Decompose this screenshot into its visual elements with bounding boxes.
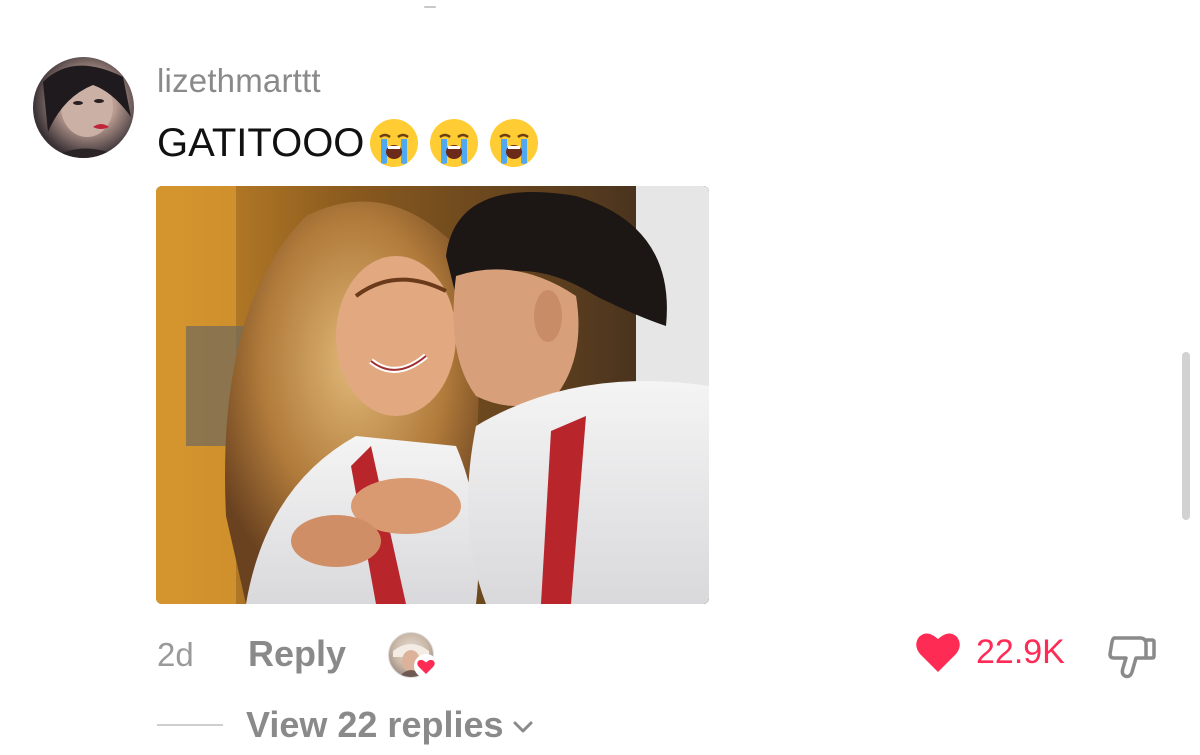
- loudly-crying-face-icon: [370, 119, 419, 167]
- emoji-group: [368, 117, 540, 169]
- loudly-crying-face-icon: [490, 119, 539, 167]
- heart-icon: [414, 654, 438, 678]
- comment-image[interactable]: [156, 186, 709, 604]
- avatar[interactable]: [33, 57, 134, 158]
- like-button[interactable]: 22.9K: [914, 630, 1065, 674]
- comment-timestamp: 2d: [157, 636, 194, 673]
- creator-liked-badge: [388, 632, 444, 680]
- scrollbar[interactable]: [1182, 352, 1190, 520]
- view-replies-button[interactable]: View 22 replies: [246, 704, 536, 746]
- comment-text: GATITOOO: [157, 120, 365, 165]
- chevron-down-icon: [513, 721, 533, 733]
- comment-username[interactable]: lizethmarttt: [157, 62, 321, 100]
- reply-button[interactable]: Reply: [248, 633, 346, 675]
- heart-icon: [916, 633, 960, 672]
- replies-divider: [157, 724, 223, 726]
- loudly-crying-face-icon: [430, 119, 479, 167]
- thumbs-down-icon[interactable]: [1106, 632, 1158, 680]
- comment-body: GATITOOO: [157, 117, 540, 169]
- drag-handle: [424, 6, 436, 8]
- view-replies-label: View 22 replies: [246, 704, 504, 745]
- like-count: 22.9K: [976, 632, 1065, 671]
